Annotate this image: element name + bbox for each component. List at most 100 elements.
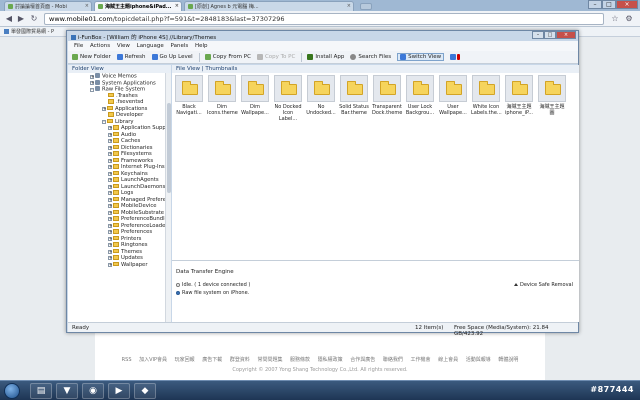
- footer-link[interactable]: 合作與廣告: [350, 357, 375, 363]
- switch-view-button[interactable]: Switch View: [397, 53, 445, 61]
- expand-icon[interactable]: +: [108, 191, 112, 195]
- browser-tab-2[interactable]: 海賊王主題iphone&iPad... ×: [94, 1, 182, 11]
- new-tab-button[interactable]: [360, 3, 372, 10]
- file-view-header[interactable]: File View | Thumbnails: [172, 65, 579, 73]
- menu-file[interactable]: File: [74, 43, 83, 49]
- raw-file-system-status[interactable]: Raw file system on iPhone.: [176, 290, 249, 296]
- footer-link[interactable]: 群登資料: [230, 357, 250, 363]
- close-tab-icon[interactable]: ×: [347, 3, 351, 9]
- file-item[interactable]: Black Navigati...: [174, 75, 204, 135]
- expand-icon[interactable]: +: [108, 197, 112, 202]
- go-up-level-button[interactable]: Go Up Level: [151, 54, 193, 60]
- footer-link[interactable]: RSS: [122, 357, 132, 363]
- minimize-button[interactable]: –: [588, 0, 602, 9]
- footer-link[interactable]: 工作機會: [410, 357, 430, 363]
- expand-icon[interactable]: +: [108, 223, 112, 228]
- footer-link[interactable]: 聯絡我們: [383, 357, 403, 363]
- expand-icon[interactable]: +: [108, 217, 112, 221]
- expand-icon[interactable]: +: [90, 81, 94, 85]
- copy-to-pc-button[interactable]: Copy To PC: [256, 54, 295, 60]
- expand-icon[interactable]: +: [108, 145, 112, 150]
- expand-icon[interactable]: +: [108, 139, 112, 143]
- url-field[interactable]: www.mobile01.com/topicdetail.php?f=591&t…: [44, 13, 604, 25]
- footer-link[interactable]: 線上會員: [438, 357, 458, 363]
- file-item[interactable]: White Icon Labels.the...: [471, 75, 502, 135]
- file-item[interactable]: Dim Wallpape...: [240, 75, 270, 135]
- expand-icon[interactable]: +: [102, 106, 106, 111]
- menu-view[interactable]: View: [117, 43, 130, 49]
- expand-icon[interactable]: +: [108, 210, 112, 215]
- star-icon[interactable]: ☆: [610, 14, 620, 24]
- back-icon[interactable]: ◀: [4, 14, 14, 24]
- footer-link[interactable]: 隱私權政策: [318, 357, 343, 363]
- expand-icon[interactable]: +: [108, 236, 112, 241]
- file-item[interactable]: No Undocked...: [306, 75, 336, 135]
- refresh-button[interactable]: Refresh: [116, 54, 146, 60]
- footer-link[interactable]: 常問問題集: [257, 357, 282, 363]
- folder-tree-scrollbar[interactable]: [165, 73, 171, 322]
- search-files-button[interactable]: Search Files: [350, 54, 391, 60]
- radio-icon[interactable]: [176, 282, 180, 287]
- close-window-button[interactable]: ×: [616, 0, 638, 9]
- chrome-taskbar-icon[interactable]: ◉: [82, 383, 104, 399]
- file-item[interactable]: 海賊王主題 iphone_iP...: [504, 75, 534, 135]
- close-tab-icon[interactable]: ×: [175, 3, 179, 9]
- media-player-taskbar-icon[interactable]: ▶: [108, 383, 130, 399]
- expand-icon[interactable]: +: [108, 256, 112, 260]
- footer-link[interactable]: 活動與報導: [466, 357, 491, 363]
- scrollbar-thumb[interactable]: [167, 103, 171, 193]
- close-tab-icon[interactable]: ×: [85, 3, 89, 9]
- expand-icon[interactable]: +: [108, 171, 112, 176]
- explorer-taskbar-icon[interactable]: ▤: [30, 383, 52, 399]
- forward-icon[interactable]: ▶: [16, 14, 26, 24]
- expand-icon[interactable]: +: [108, 243, 112, 247]
- collapse-icon[interactable]: -: [102, 119, 106, 124]
- collapse-icon[interactable]: -: [90, 87, 94, 92]
- footer-link[interactable]: 廣告下載: [202, 357, 222, 363]
- file-item[interactable]: User Lock Backgrou...: [405, 75, 435, 135]
- new-folder-button[interactable]: New Folder: [72, 54, 111, 60]
- app-minimize-button[interactable]: –: [532, 31, 544, 39]
- reload-icon[interactable]: ↻: [29, 14, 39, 24]
- expand-icon[interactable]: +: [108, 262, 112, 267]
- menu-language[interactable]: Language: [137, 43, 164, 49]
- file-item[interactable]: Solid Status Bar.theme: [339, 75, 369, 135]
- menu-help[interactable]: Help: [195, 43, 208, 49]
- file-item[interactable]: Dim Icons.theme: [207, 75, 238, 135]
- file-item[interactable]: 海賊王主題圖: [537, 75, 567, 135]
- app-taskbar-icon[interactable]: ◆: [134, 383, 156, 399]
- expand-icon[interactable]: +: [108, 230, 112, 234]
- expand-icon[interactable]: +: [108, 126, 112, 130]
- expand-icon[interactable]: +: [108, 249, 112, 254]
- footer-link[interactable]: 玩家回報: [175, 357, 195, 363]
- bookmark-item[interactable]: 單發國際貿易網 - P: [11, 29, 54, 35]
- browser-tab-3[interactable]: [原創] Agnes b 元電腦 梅... ×: [184, 1, 354, 11]
- browser-tab-1[interactable]: 討論論壇首頁面 - Mobi ×: [4, 1, 92, 11]
- expand-icon[interactable]: +: [108, 158, 112, 163]
- expand-icon[interactable]: +: [108, 178, 112, 182]
- install-app-button[interactable]: Install App: [307, 54, 344, 60]
- footer-link[interactable]: 服務條款: [290, 357, 310, 363]
- menu-actions[interactable]: Actions: [90, 43, 110, 49]
- footer-link[interactable]: 加入VIP會員: [139, 357, 167, 363]
- ifunbox-taskbar-icon[interactable]: ▼: [56, 383, 78, 399]
- tree-item-wallpaper[interactable]: + Wallpaper: [68, 261, 170, 269]
- radio-selected-icon[interactable]: [176, 290, 180, 295]
- expand-icon[interactable]: +: [108, 184, 112, 189]
- idle-status[interactable]: Idle. ( 1 device connected ): [176, 282, 250, 288]
- file-item[interactable]: No Docked Icon Label...: [273, 75, 303, 135]
- file-item[interactable]: User Wallpape...: [438, 75, 468, 135]
- device-safe-removal-button[interactable]: Device Safe Removal: [513, 282, 573, 288]
- expand-icon[interactable]: +: [108, 165, 112, 169]
- copy-from-pc-button[interactable]: Copy From PC: [204, 54, 251, 60]
- windows-start-button[interactable]: [4, 383, 20, 399]
- view-options-button[interactable]: [450, 54, 462, 60]
- maximize-button[interactable]: □: [602, 0, 616, 9]
- expand-icon[interactable]: +: [108, 132, 112, 137]
- app-maximize-button[interactable]: □: [544, 31, 556, 39]
- file-item[interactable]: Transparent Dock.theme: [372, 75, 402, 135]
- expand-icon[interactable]: +: [90, 74, 94, 79]
- menu-panels[interactable]: Panels: [171, 43, 189, 49]
- expand-icon[interactable]: +: [108, 204, 112, 208]
- expand-icon[interactable]: +: [108, 152, 112, 156]
